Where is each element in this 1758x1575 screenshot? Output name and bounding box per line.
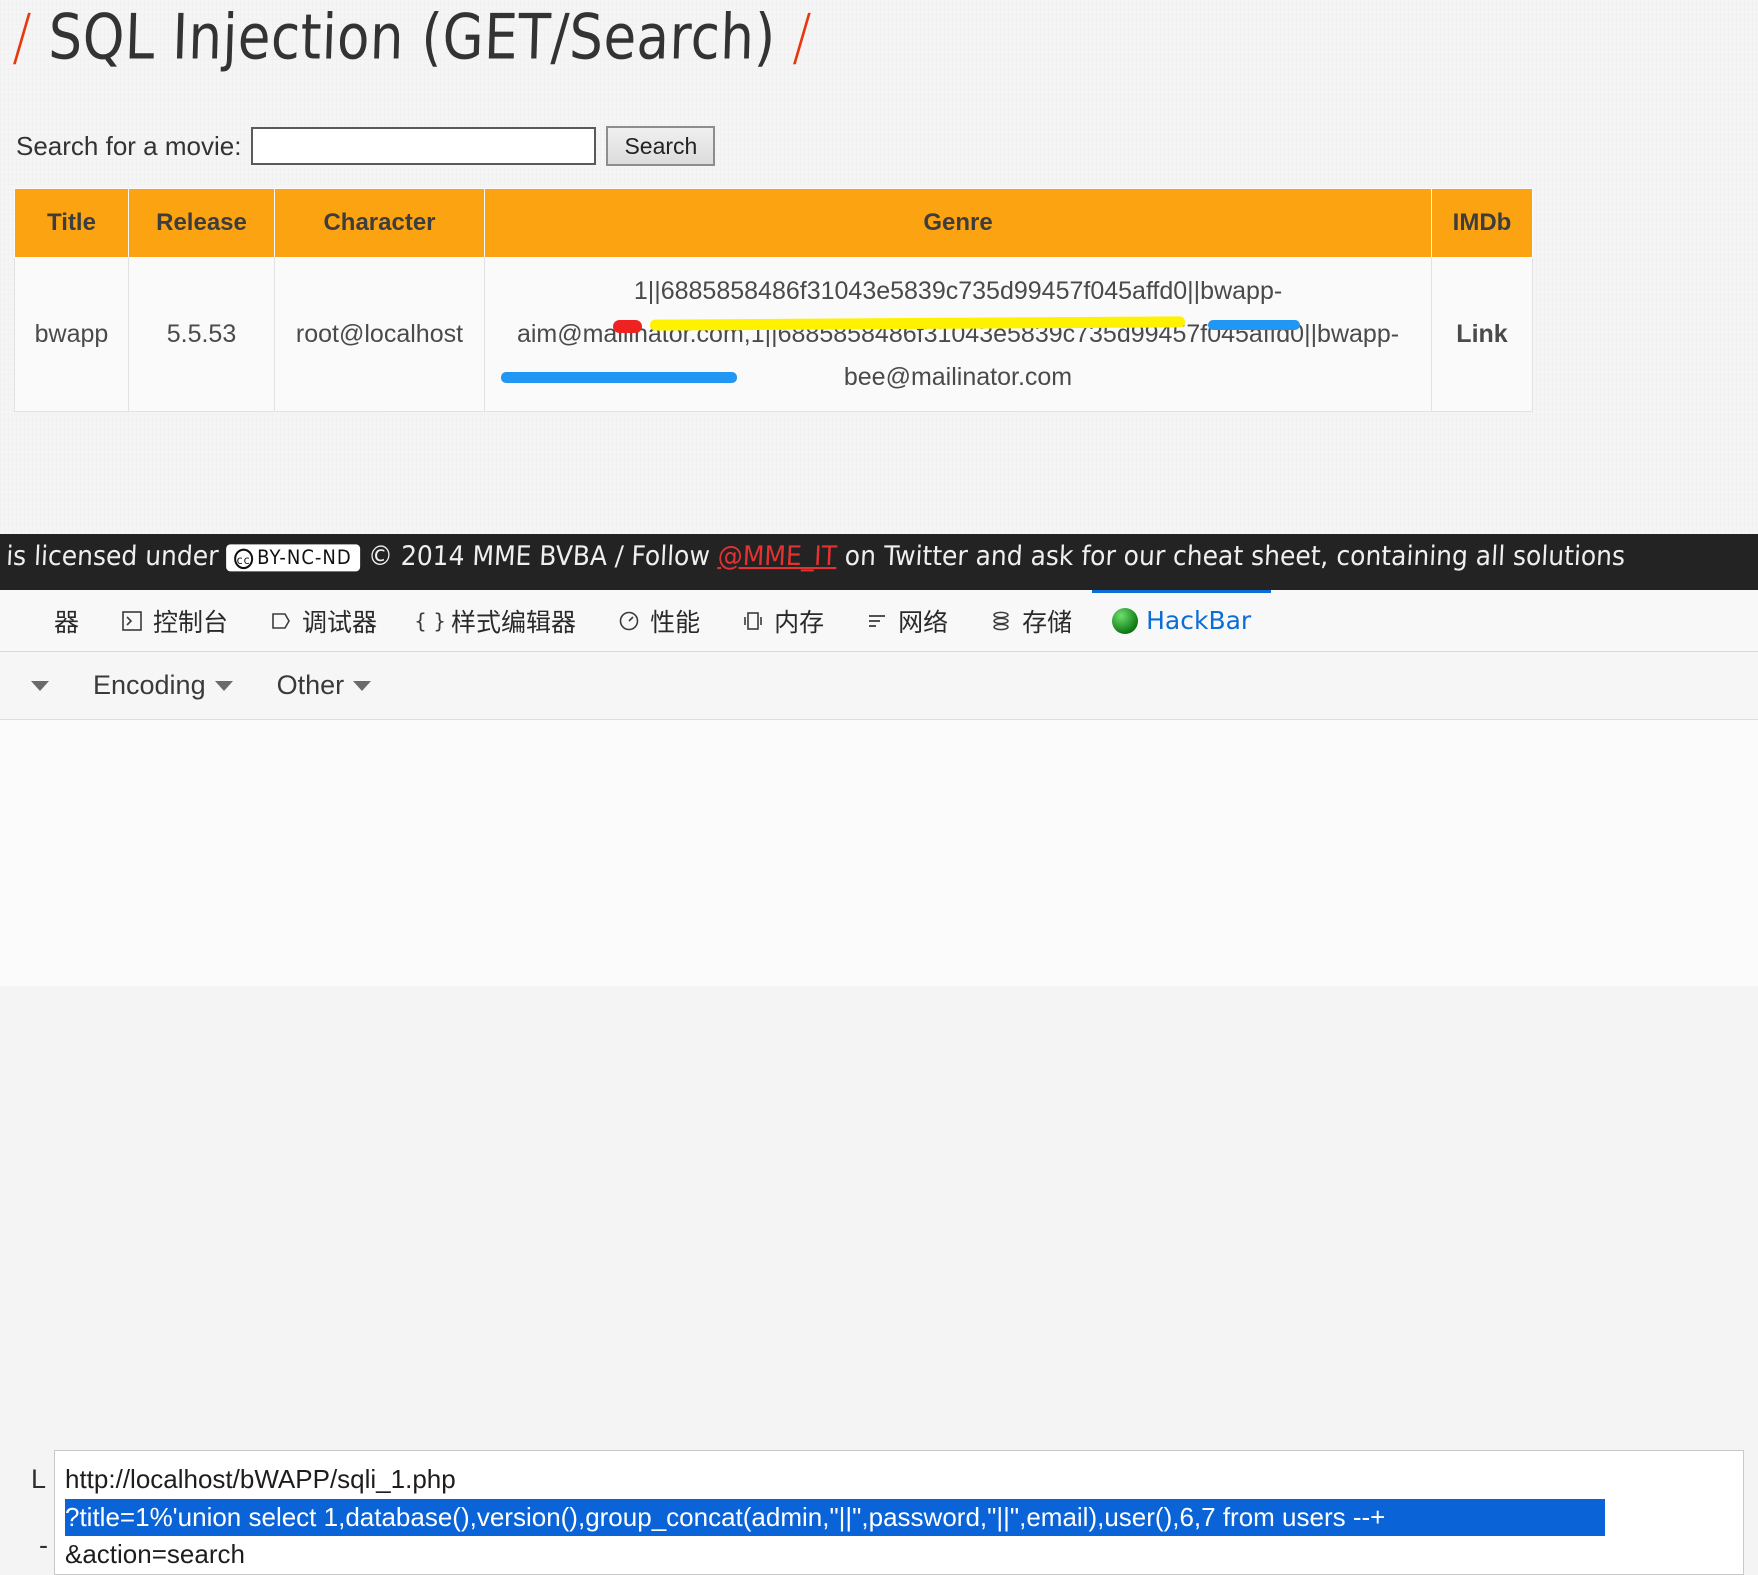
column-header-genre: Genre xyxy=(484,188,1432,258)
tab-storage-label: 存储 xyxy=(1022,607,1073,637)
tab-network-label: 网络 xyxy=(898,607,949,637)
cell-genre: 1||6885858486f31043e5839c735d99457f045af… xyxy=(484,257,1432,412)
tab-memory[interactable]: 内存 xyxy=(720,590,844,652)
table-header-row: Title Release Character Genre IMDb xyxy=(14,188,1533,258)
hackbar-icon xyxy=(1112,607,1139,634)
cc-license-text: BY-NC-ND xyxy=(257,545,352,569)
tab-console-label: 控制台 xyxy=(153,607,229,637)
page-title-text: SQL Injection (GET/Search) xyxy=(47,2,777,74)
url-line-payload[interactable]: ?title=1%'union select 1,database(),vers… xyxy=(65,1498,1605,1537)
hackbar-menu-encoding[interactable]: Encoding xyxy=(71,670,255,701)
results-table: Title Release Character Genre IMDb bwapp… xyxy=(14,188,1533,412)
footer-license-prefix: P is licensed under xyxy=(0,540,220,572)
tab-performance-label: 性能 xyxy=(650,607,701,637)
network-icon xyxy=(864,608,890,634)
tab-debugger-label: 调试器 xyxy=(302,607,378,637)
search-button[interactable]: Search xyxy=(606,126,716,166)
search-input[interactable] xyxy=(251,127,597,165)
bwapp-page: / SQL Injection (GET/Search) / Search fo… xyxy=(0,0,1758,590)
column-header-release: Release xyxy=(128,188,275,258)
devtools-tab-strip: 器 控制台 调试器 { } 样式编辑器 性能 内存 网络 存储 HackBar xyxy=(0,590,1758,652)
tab-inspector[interactable]: 器 xyxy=(0,590,99,652)
tab-hackbar[interactable]: HackBar xyxy=(1092,590,1271,652)
cc-icon: cc xyxy=(234,547,254,569)
url-field-sublabel: - xyxy=(39,1530,48,1560)
search-form: Search for a movie: Search xyxy=(16,126,716,166)
column-header-character: Character xyxy=(274,188,485,258)
hackbar-menu-other-label: Other xyxy=(276,670,345,700)
footer-copyright: © 2014 MME BVBA / Follow xyxy=(367,540,711,572)
creative-commons-badge: cc BY-NC-ND xyxy=(226,543,360,571)
column-header-title: Title xyxy=(14,188,129,258)
table-row: bwapp 5.5.53 root@localhost 1||688585848… xyxy=(14,257,1533,412)
page-title: / SQL Injection (GET/Search) / xyxy=(12,2,813,74)
chevron-down-icon xyxy=(214,680,233,691)
tab-style-editor[interactable]: { } 样式编辑器 xyxy=(397,590,596,652)
title-slash-left: / xyxy=(11,2,33,74)
page-footer: P is licensed under cc BY-NC-ND © 2014 MM… xyxy=(0,534,1758,590)
performance-icon xyxy=(616,608,642,634)
style-editor-icon: { } xyxy=(414,608,446,633)
debugger-icon xyxy=(268,608,294,634)
title-slash-right: / xyxy=(791,2,813,74)
url-line-action[interactable]: &action=search xyxy=(65,1536,1735,1574)
tab-style-editor-label: 样式编辑器 xyxy=(451,607,577,637)
column-header-imdb: IMDb xyxy=(1431,188,1533,258)
cell-character: root@localhost xyxy=(274,257,485,412)
hackbar-menu-encoding-label: Encoding xyxy=(93,670,206,700)
cell-release: 5.5.53 xyxy=(128,257,275,412)
search-label: Search for a movie: xyxy=(16,130,242,161)
twitter-handle-link[interactable]: @MME_IT xyxy=(717,540,838,571)
tab-hackbar-label: HackBar xyxy=(1146,606,1252,635)
tab-network[interactable]: 网络 xyxy=(844,590,968,652)
url-line-base[interactable]: http://localhost/bWAPP/sqli_1.php xyxy=(65,1461,1735,1499)
console-icon xyxy=(119,608,145,634)
storage-icon xyxy=(988,608,1014,634)
tab-console[interactable]: 控制台 xyxy=(99,590,248,652)
chevron-down-icon xyxy=(31,680,49,691)
hackbar-menu-other[interactable]: Other xyxy=(255,670,394,701)
url-panel: L - http://localhost/bWAPP/sqli_1.php ?t… xyxy=(0,720,1758,1575)
cell-imdb-link[interactable]: Link xyxy=(1431,257,1533,412)
footer-text: P is licensed under cc BY-NC-ND © 2014 MM… xyxy=(0,540,1626,571)
hackbar-toolbar: Encoding Other xyxy=(0,652,1758,720)
tab-performance[interactable]: 性能 xyxy=(596,590,720,652)
url-field-label: L xyxy=(30,1464,46,1494)
tab-debugger[interactable]: 调试器 xyxy=(248,590,397,652)
tab-memory-label: 内存 xyxy=(774,607,825,637)
hackbar-menu-first[interactable] xyxy=(0,680,71,691)
cell-title: bwapp xyxy=(14,257,129,412)
chevron-down-icon xyxy=(353,680,372,691)
inspector-icon xyxy=(20,608,46,634)
url-textarea[interactable]: http://localhost/bWAPP/sqli_1.php ?title… xyxy=(54,1450,1744,1575)
tab-inspector-label: 器 xyxy=(54,607,80,637)
tab-storage[interactable]: 存储 xyxy=(968,590,1092,652)
footer-suffix: on Twitter and ask for our cheat sheet, … xyxy=(844,540,1626,572)
memory-icon xyxy=(740,608,766,634)
